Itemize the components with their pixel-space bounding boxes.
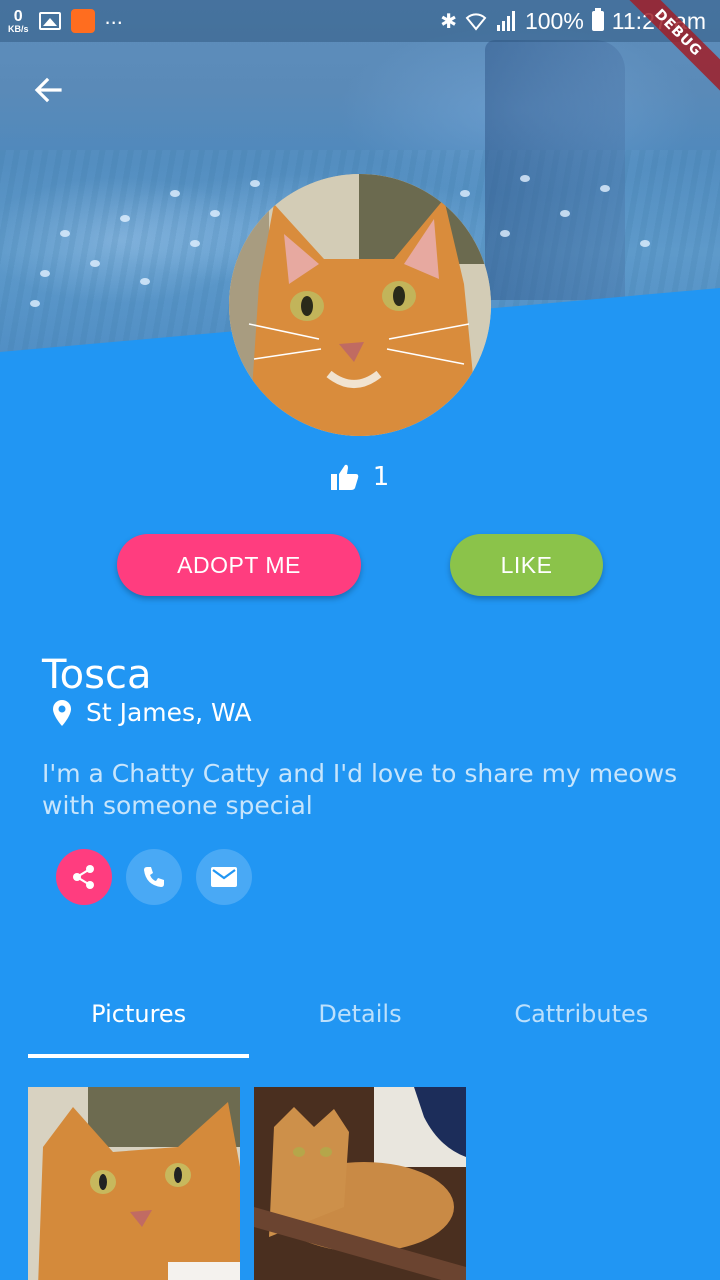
adopt-me-button[interactable]: ADOPT ME (117, 534, 361, 596)
location-pin-icon (53, 699, 71, 726)
network-speed: 0 KB/s (8, 7, 29, 34)
tab-cattributes[interactable]: Cattributes (471, 990, 692, 1060)
pet-location: St James, WA (52, 698, 251, 727)
back-arrow-icon (34, 77, 62, 103)
share-button[interactable] (56, 849, 112, 905)
phone-icon (144, 867, 164, 887)
wifi-icon (465, 13, 487, 31)
thumbs-up-icon (330, 464, 358, 490)
battery-icon (591, 8, 604, 31)
bluetooth-icon: ✱ (440, 10, 457, 33)
like-button[interactable]: LIKE (450, 534, 603, 596)
battery-percent: 100% (524, 7, 584, 34)
picture-thumbnail[interactable] (28, 1087, 240, 1280)
signal-icon (496, 11, 515, 31)
app-notification-icon (70, 9, 95, 33)
back-button[interactable] (26, 68, 70, 112)
share-icon (73, 865, 94, 889)
likes-count: 1 (0, 462, 720, 492)
call-button[interactable] (126, 849, 182, 905)
email-button[interactable] (196, 849, 252, 905)
pet-description: I'm a Chatty Catty and I'd love to share… (42, 759, 678, 820)
status-bar: 0KB/s ... ✱ 100% 11:27 am (0, 0, 720, 42)
mail-icon (211, 867, 237, 887)
picture-thumbnail[interactable] (254, 1087, 466, 1280)
tab-pictures[interactable]: Pictures (28, 990, 250, 1060)
location-text: St James, WA (86, 698, 252, 727)
profile-tabs: Pictures Details Cattributes (28, 990, 692, 1060)
tab-details[interactable]: Details (249, 990, 470, 1060)
pet-avatar (229, 174, 491, 436)
gallery-icon (38, 12, 61, 30)
more-notifications: ... (104, 4, 123, 29)
pet-name: Tosca (42, 652, 152, 698)
likes-value: 1 (372, 462, 390, 492)
